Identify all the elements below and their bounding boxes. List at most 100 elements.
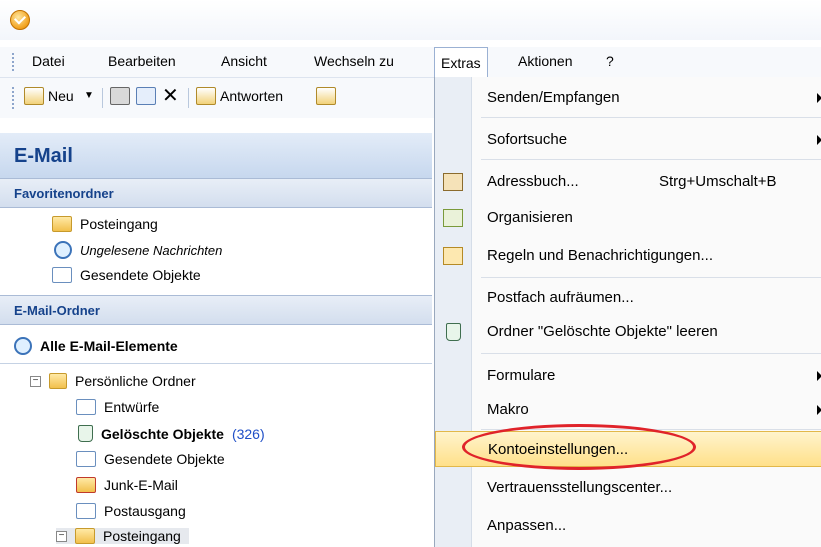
folder-label: Alle E-Mail-Elemente — [40, 338, 178, 354]
menu-item-label: Kontoeinstellungen... — [488, 441, 629, 458]
favorites-header-label: Favoritenordner — [14, 186, 114, 201]
favorite-sent-items[interactable]: Gesendete Objekte — [52, 267, 201, 283]
deleted-items-icon — [78, 425, 93, 442]
folder-label: Entwürfe — [104, 399, 160, 415]
new-mail-icon — [24, 87, 44, 105]
outlook-app-icon[interactable] — [10, 10, 30, 30]
all-mail-items[interactable]: Alle E-Mail-Elemente — [14, 337, 178, 355]
inbox-icon — [75, 528, 95, 544]
folder-sent-items[interactable]: Gesendete Objekte — [76, 451, 225, 467]
new-button[interactable]: Neu — [24, 87, 74, 105]
submenu-arrow-icon — [817, 135, 821, 145]
menu-item-label: Formulare — [487, 367, 556, 384]
reply-icon — [196, 87, 216, 105]
menu-separator — [481, 353, 821, 354]
folder-label: Postausgang — [104, 503, 186, 519]
folder-label: Posteingang — [103, 528, 181, 544]
submenu-arrow-icon — [817, 93, 821, 103]
search-folder-icon — [14, 337, 32, 355]
menu-item-organize[interactable]: Organisieren — [435, 201, 821, 235]
folder-junk-mail[interactable]: Junk-E-Mail — [76, 477, 178, 493]
address-book-icon — [443, 173, 463, 191]
mail-folders-section-header[interactable]: E-Mail-Ordner — [0, 295, 432, 325]
menu-item-label: Adressbuch... — [487, 173, 579, 190]
new-dropdown-arrow-icon[interactable]: ▼ — [84, 90, 94, 101]
menu-bar: Datei Bearbeiten Ansicht Wechseln zu Ext… — [0, 47, 821, 78]
folder-label: Persönliche Ordner — [75, 373, 196, 389]
sent-items-icon — [76, 451, 96, 467]
folder-deleted-items[interactable]: Gelöschte Objekte (326) — [78, 425, 265, 442]
move-button[interactable] — [136, 87, 156, 105]
move-to-folder-icon — [136, 87, 156, 105]
reply-all-button[interactable] — [316, 87, 336, 105]
extras-dropdown-menu: Senden/Empfangen Sofortsuche Adressbuch.… — [434, 77, 821, 547]
collapse-icon[interactable]: − — [30, 375, 41, 387]
favorites-section-header[interactable]: Favoritenordner — [0, 178, 432, 208]
toolbar-separator — [188, 88, 189, 108]
menu-item-shortcut: Strg+Umschalt+B — [659, 173, 777, 190]
outbox-icon — [76, 503, 96, 519]
favorite-unread-messages[interactable]: Ungelesene Nachrichten — [54, 241, 222, 259]
organize-icon — [443, 209, 463, 227]
print-icon — [110, 87, 130, 105]
menu-item-label: Sofortsuche — [487, 131, 568, 148]
menu-item-empty-deleted[interactable]: Ordner "Gelöschte Objekte" leeren — [435, 315, 821, 349]
collapse-icon[interactable]: − — [56, 530, 67, 542]
menubar-grip[interactable] — [12, 53, 16, 71]
menu-item-trust-center[interactable]: Vertrauensstellungscenter... — [435, 471, 821, 505]
menu-ansicht[interactable]: Ansicht — [221, 53, 267, 69]
toolbar-grip[interactable] — [12, 87, 16, 109]
rules-icon — [443, 247, 463, 265]
menu-separator — [481, 429, 821, 430]
menu-item-forms[interactable]: Formulare — [435, 359, 821, 393]
menu-item-address-book[interactable]: Adressbuch... Strg+Umschalt+B — [435, 165, 821, 199]
mail-folders-header-label: E-Mail-Ordner — [14, 303, 100, 318]
title-bar — [0, 0, 821, 40]
navigation-pane: E-Mail Favoritenordner Posteingang Ungel… — [0, 133, 432, 547]
favorite-inbox[interactable]: Posteingang — [52, 216, 158, 232]
menu-separator — [481, 277, 821, 278]
folder-drafts[interactable]: Entwürfe — [76, 399, 159, 415]
personal-folders-root[interactable]: − Persönliche Ordner — [30, 373, 196, 389]
nav-header: E-Mail — [0, 133, 432, 180]
deleted-items-icon — [446, 323, 461, 341]
menu-item-send-receive[interactable]: Senden/Empfangen — [435, 81, 821, 115]
folder-label: Posteingang — [80, 216, 158, 232]
delete-button[interactable]: ✕ — [162, 83, 179, 108]
menu-datei[interactable]: Datei — [32, 53, 65, 69]
nav-title: E-Mail — [14, 145, 73, 167]
menu-item-rules-alerts[interactable]: Regeln und Benachrichtigungen... — [435, 239, 821, 273]
folder-outbox[interactable]: Postausgang — [76, 503, 186, 519]
menu-item-instant-search[interactable]: Sofortsuche — [435, 123, 821, 157]
menu-item-customize[interactable]: Anpassen... — [435, 509, 821, 543]
inbox-icon — [52, 216, 72, 232]
menu-separator — [481, 117, 821, 118]
menu-item-label: Regeln und Benachrichtigungen... — [487, 247, 713, 264]
print-button[interactable] — [110, 87, 130, 105]
menu-item-account-settings[interactable]: Kontoeinstellungen... — [435, 431, 821, 467]
new-button-label: Neu — [48, 88, 74, 104]
folder-label: Gesendete Objekte — [104, 451, 225, 467]
menu-item-label: Postfach aufräumen... — [487, 289, 634, 306]
menu-wechseln-zu[interactable]: Wechseln zu — [314, 53, 394, 69]
reply-button[interactable]: Antworten — [196, 87, 283, 105]
reply-button-label: Antworten — [220, 88, 284, 104]
menu-help[interactable]: ? — [606, 53, 614, 69]
folder-inbox[interactable]: − Posteingang — [56, 528, 189, 544]
menu-item-macro[interactable]: Makro — [435, 393, 821, 427]
folder-label: Gelöschte Objekte — [101, 425, 224, 442]
drafts-icon — [76, 399, 96, 415]
standard-toolbar: Neu ▼ ✕ Antworten — [0, 78, 440, 118]
menu-aktionen[interactable]: Aktionen — [518, 53, 572, 69]
delete-x-icon: ✕ — [162, 85, 179, 107]
menu-extras[interactable]: Extras — [434, 47, 488, 77]
menu-item-label: Makro — [487, 401, 529, 418]
toolbar-separator — [102, 88, 103, 108]
menu-item-label: Anpassen... — [487, 517, 567, 534]
folder-label: Junk-E-Mail — [104, 477, 178, 493]
search-folder-icon — [54, 241, 72, 259]
submenu-arrow-icon — [817, 371, 821, 381]
menu-bearbeiten[interactable]: Bearbeiten — [108, 53, 176, 69]
reply-all-icon — [316, 87, 336, 105]
menu-item-mailbox-cleanup[interactable]: Postfach aufräumen... — [435, 281, 821, 315]
